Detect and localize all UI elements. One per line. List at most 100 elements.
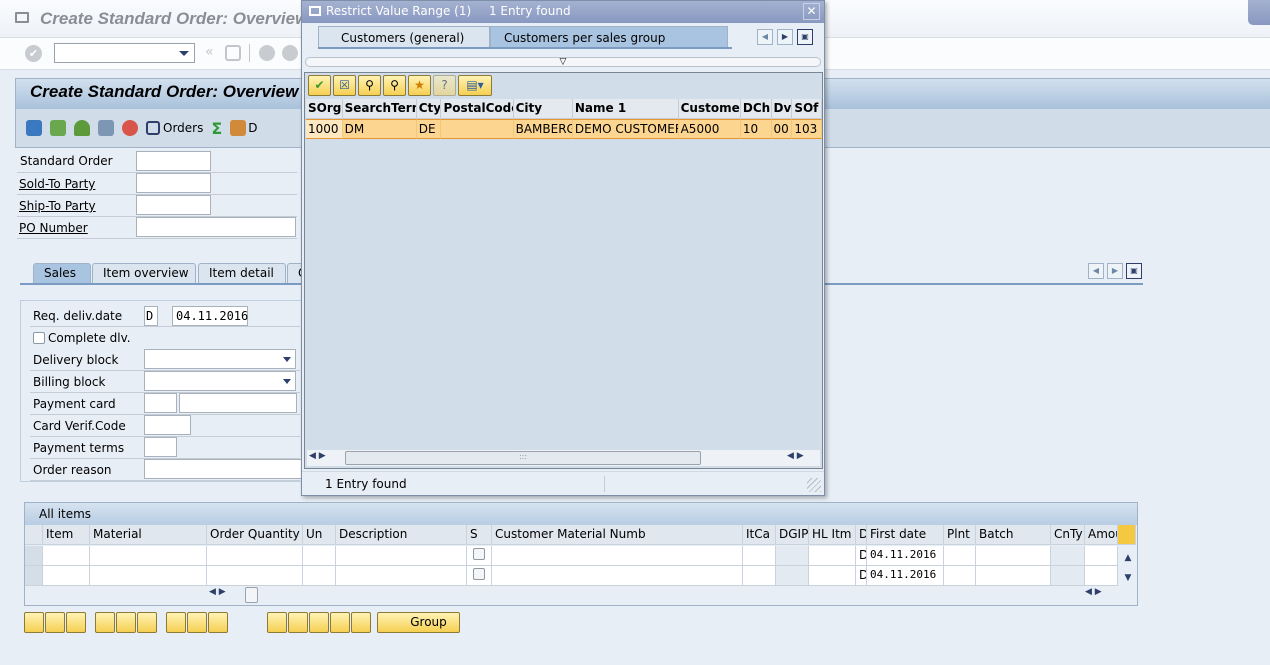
column-header-d[interactable]: D [856, 525, 867, 545]
cell-itca[interactable] [743, 566, 776, 586]
save-icon[interactable] [225, 45, 241, 61]
cell-description[interactable] [336, 546, 467, 566]
cancel-x-icon[interactable]: ☒ [333, 75, 356, 96]
column-header-postalcode[interactable]: PostalCode [441, 99, 514, 119]
column-header-dgip[interactable]: DGIP [776, 525, 809, 545]
cell-itca[interactable] [743, 546, 776, 566]
tab-scroll-right-icon[interactable]: ▶ [1107, 263, 1123, 279]
cell-dgip[interactable] [776, 546, 809, 566]
column-header-plnt[interactable]: Plnt [944, 525, 976, 545]
group-button[interactable]: Group [377, 612, 460, 633]
cell-city[interactable]: BAMBERG [513, 119, 573, 139]
find-next-icon[interactable]: ⚲ [383, 75, 406, 96]
cell-s[interactable] [467, 546, 492, 566]
batch-search-icon[interactable] [288, 612, 308, 633]
cell-batch[interactable] [976, 566, 1051, 586]
substitute-icon[interactable] [330, 612, 350, 633]
cell-plnt[interactable] [944, 546, 976, 566]
column-header-sof[interactable]: SOf [792, 99, 822, 119]
cell-d[interactable]: D [856, 546, 867, 566]
column-header-searchterm[interactable]: SearchTerm [342, 99, 417, 119]
cell-d[interactable]: D [856, 566, 867, 586]
deselect-all-icon[interactable] [137, 612, 157, 633]
tab-scroll-left-icon[interactable]: ◀ [1088, 263, 1104, 279]
column-header-order-quantity[interactable]: Order Quantity [207, 525, 303, 545]
chevron-down-icon[interactable] [283, 379, 291, 384]
column-header-dchl[interactable]: DChl [740, 99, 772, 119]
cell-un[interactable] [303, 546, 336, 566]
copy-check-icon[interactable]: ✔ [308, 75, 331, 96]
chevron-down-icon[interactable] [283, 357, 291, 362]
add-favorite-star-icon[interactable]: ★ [408, 75, 431, 96]
scroll-left-right-icon-right[interactable]: ◀ ▶ [787, 451, 804, 461]
header-icon[interactable] [50, 120, 66, 136]
cell-customer[interactable]: A5000 [678, 119, 741, 139]
double-chevron-left-icon[interactable]: « [205, 44, 214, 60]
back-icon[interactable] [259, 45, 275, 61]
column-header-un[interactable]: Un [303, 525, 336, 545]
sold-to-party-label[interactable]: Sold-To Party [19, 177, 95, 191]
cell-material[interactable] [90, 546, 207, 566]
tab-scroll-left-icon[interactable]: ◀ [757, 29, 773, 45]
menu-icon[interactable] [309, 6, 321, 16]
scroll-up-icon[interactable]: ▲ [1120, 548, 1136, 568]
column-header-item[interactable]: Item [43, 525, 90, 545]
cell-dchl[interactable]: 10 [740, 119, 772, 139]
payment-card-type-input[interactable] [144, 393, 177, 413]
cell-batch[interactable] [976, 546, 1051, 566]
ship-to-party-label[interactable]: Ship-To Party [19, 199, 96, 213]
print-icon[interactable]: ▤▾ [458, 75, 492, 96]
po-number-input[interactable] [136, 217, 296, 237]
cell-cnty[interactable] [1051, 546, 1085, 566]
cell-first-date[interactable]: 04.11.2016 [867, 566, 944, 586]
cell-searchterm[interactable]: DM [342, 119, 417, 139]
cell-item[interactable] [43, 566, 90, 586]
column-header-hl-itm[interactable]: HL Itm [809, 525, 856, 545]
payment-terms-input[interactable] [144, 437, 177, 457]
row-selector-header[interactable] [25, 525, 43, 545]
triangle-down-icon[interactable]: ▽ [560, 57, 567, 67]
cell-customer-material-numb[interactable] [492, 546, 743, 566]
availability-icon[interactable] [187, 612, 207, 633]
sum-icon[interactable]: Σ [211, 119, 222, 138]
checkbox-icon[interactable] [33, 332, 45, 344]
billing-block-select[interactable] [144, 371, 296, 391]
cell-order-quantity[interactable] [207, 546, 303, 566]
cell-sof[interactable]: 103 [792, 119, 822, 139]
tab-customers-per-sales-group[interactable]: Customers per sales group [490, 26, 728, 48]
column-header-city[interactable]: City [513, 99, 573, 119]
column-header-cnty[interactable]: CnTy [1051, 525, 1085, 545]
cell-customer-material-numb[interactable] [492, 566, 743, 586]
cell-first-date[interactable]: 04.11.2016 [867, 546, 944, 566]
column-header-material[interactable]: Material [90, 525, 207, 545]
tab-scroll-right-icon[interactable]: ▶ [777, 29, 793, 45]
cell-sorg[interactable]: 1000 [306, 119, 343, 139]
column-header-customer-material-numb[interactable]: Customer Material Numb [492, 525, 743, 545]
column-header-description[interactable]: Description [336, 525, 467, 545]
cell-description[interactable] [336, 566, 467, 586]
cell-cnty[interactable] [1051, 566, 1085, 586]
pricing-icon[interactable] [208, 612, 228, 633]
tab-customers-general[interactable]: Customers (general) [318, 26, 490, 48]
scroll-left-right-icon[interactable]: ◀ ▶ [309, 451, 326, 461]
payment-card-input[interactable] [179, 393, 297, 413]
resize-grip-icon[interactable] [807, 478, 821, 492]
column-header-dv[interactable]: Dv [771, 99, 793, 119]
cell-s[interactable] [467, 566, 492, 586]
find-binoculars-icon[interactable]: ⚲ [358, 75, 381, 96]
checkbox-icon[interactable] [473, 548, 485, 560]
cell-hl-itm[interactable] [809, 566, 856, 586]
horizontal-scroll-arrows[interactable]: ◀ ▶ [209, 587, 226, 597]
column-header-name-1[interactable]: Name 1 [572, 99, 679, 119]
req-deliv-date-input[interactable]: 04.11.2016 [172, 306, 248, 326]
cell-dv[interactable]: 00 [771, 119, 793, 139]
horizontal-scrollbar[interactable]: ◀ ▶ ::: ◀ ▶ [307, 450, 820, 466]
cell-material[interactable] [90, 566, 207, 586]
select-block-icon[interactable] [116, 612, 136, 633]
row-selector[interactable] [25, 566, 43, 586]
delete-row-icon[interactable] [66, 612, 86, 633]
po-number-label[interactable]: PO Number [19, 221, 88, 235]
delete-icon[interactable] [122, 120, 138, 136]
column-header-cty[interactable]: Cty [416, 99, 442, 119]
cell-amou[interactable] [1085, 546, 1118, 566]
